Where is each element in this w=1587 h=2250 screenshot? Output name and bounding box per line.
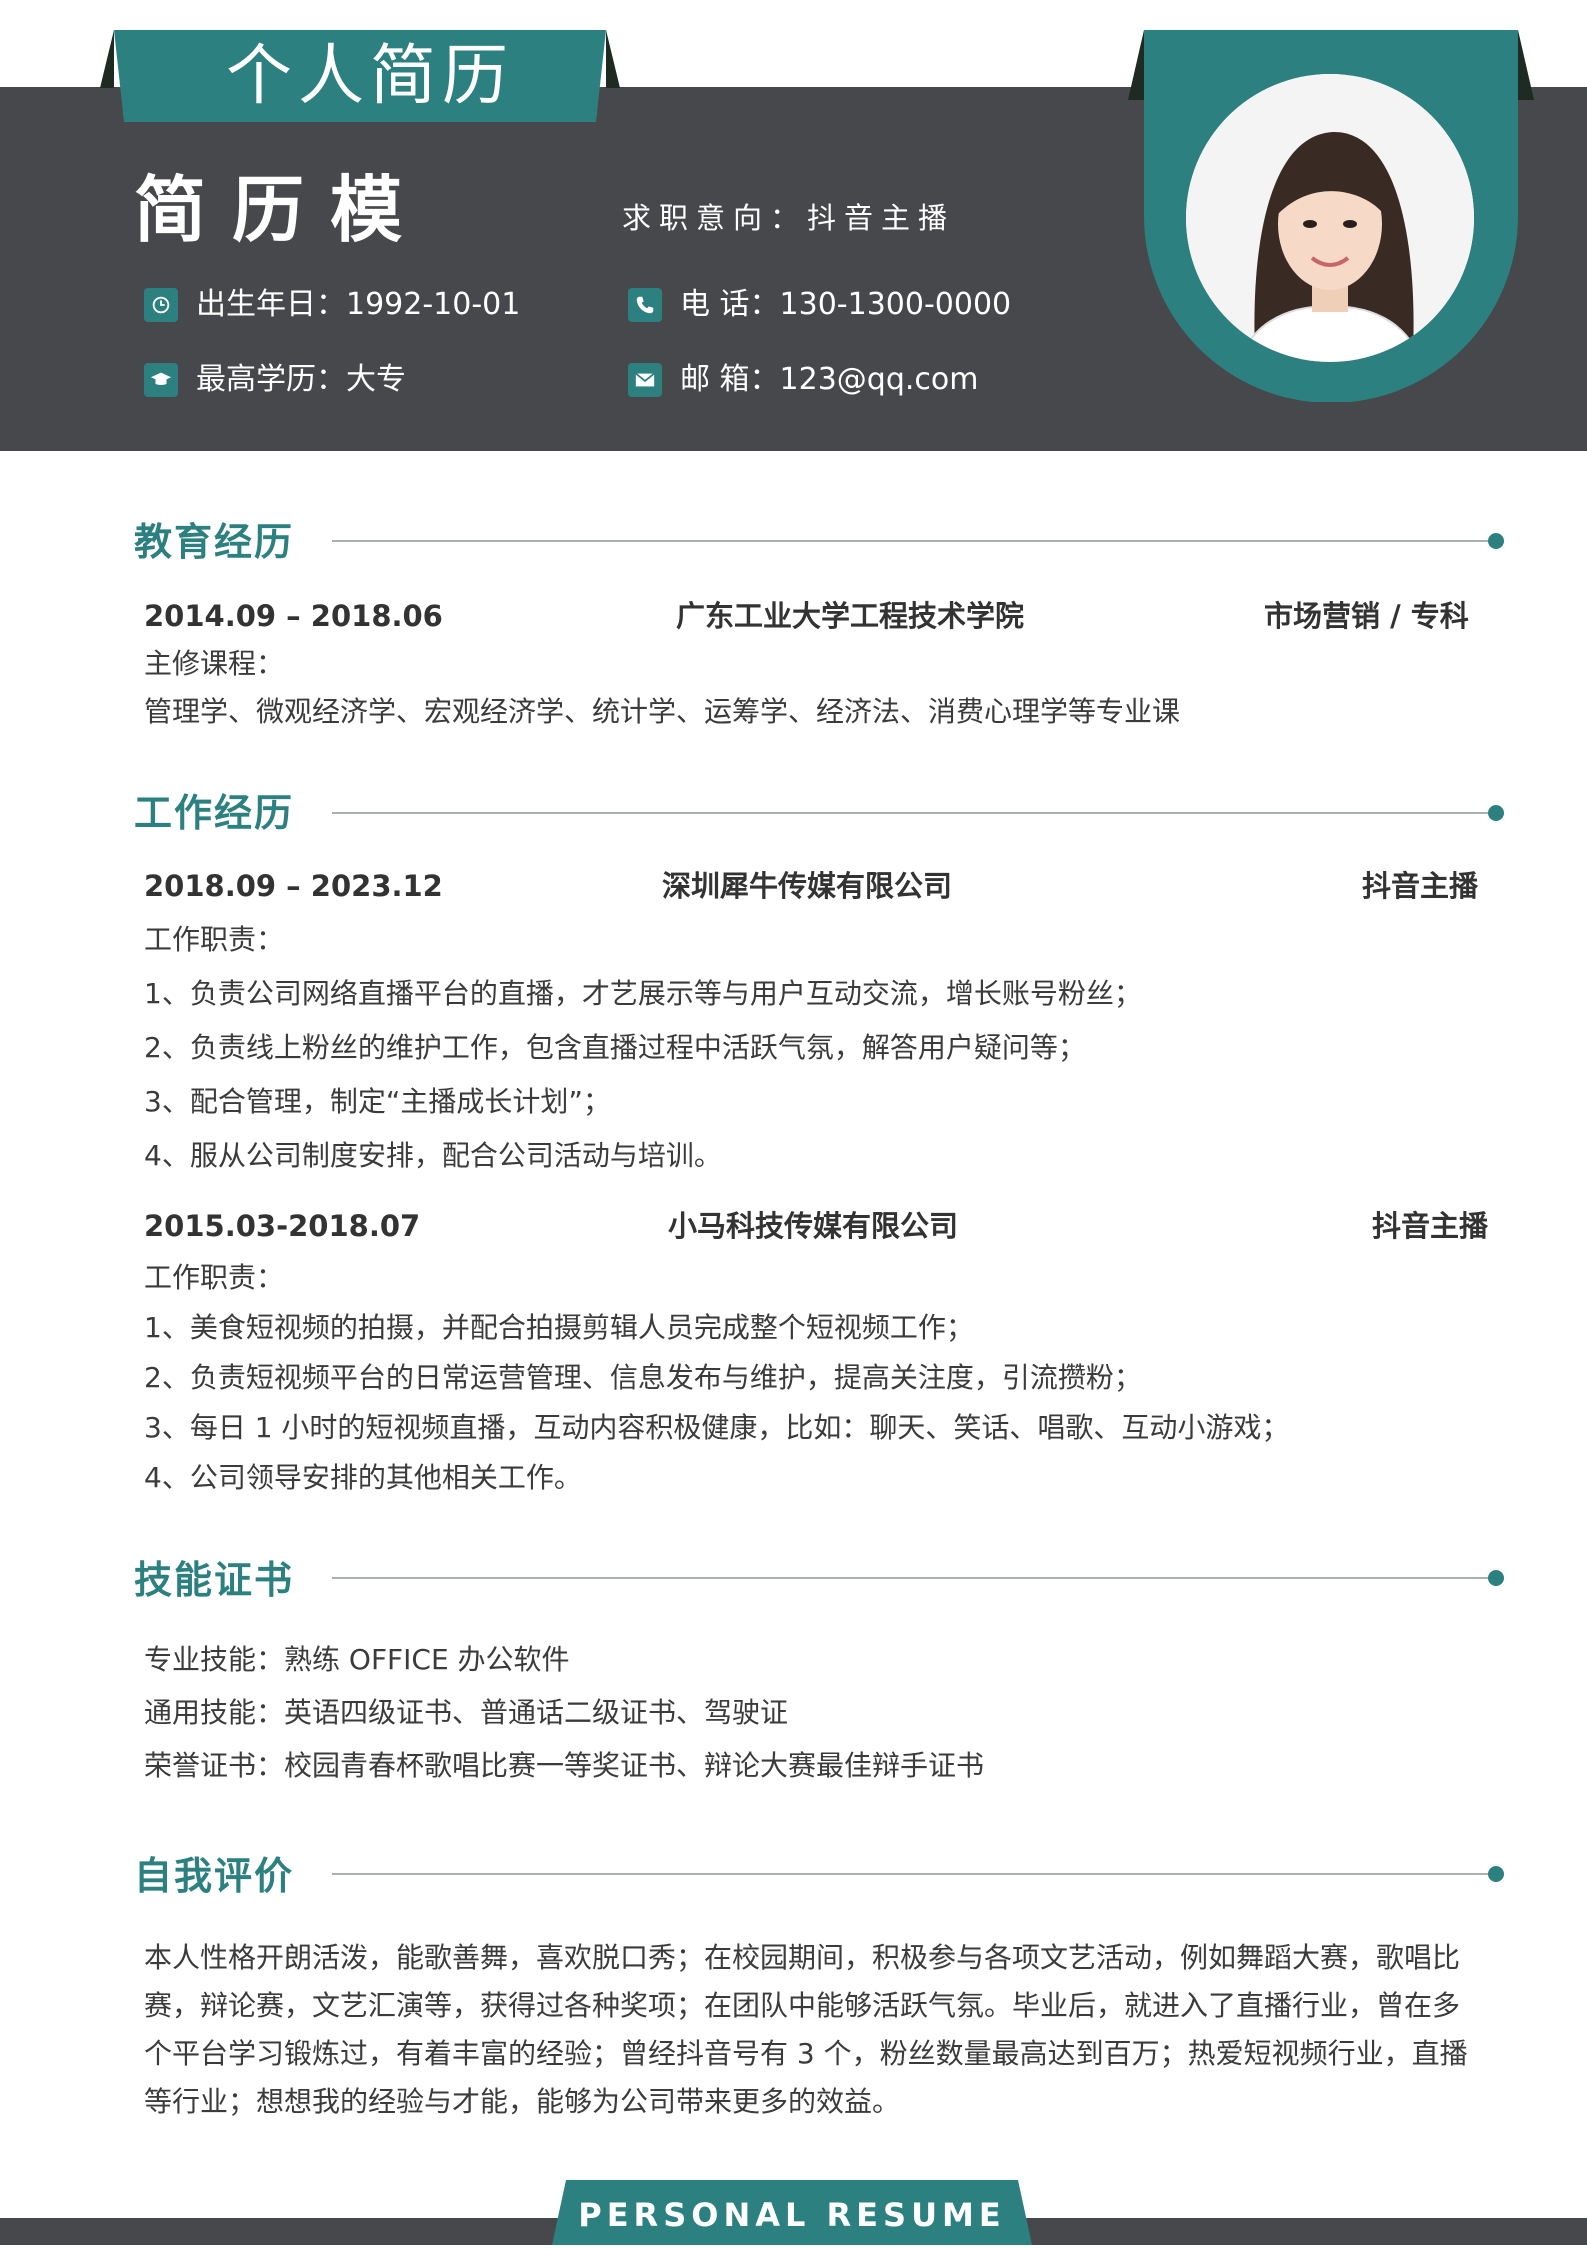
- job-2-duty: 2、负责短视频平台的日常运营管理、信息发布与维护，提高关注度，引流攒粉；: [144, 1361, 1142, 1394]
- self-evaluation-text: 本人性格开朗活泼，能歌善舞，喜欢脱口秀；在校园期间，积极参与各项文艺活动，例如舞…: [144, 1941, 1468, 2118]
- resume-title: 个人简历: [226, 37, 514, 114]
- job-1-period: 2018.09 – 2023.12: [144, 869, 443, 903]
- job-2-company: 小马科技传媒有限公司: [668, 1209, 959, 1243]
- birth-info: 出生年日：1992-10-01: [144, 285, 520, 325]
- job-1-duty: 1、负责公司网络直播平台的直播，才艺展示等与用户互动交流，增长账号粉丝；: [144, 977, 1142, 1010]
- phone-text: 电 话：130-1300-0000: [680, 287, 1012, 322]
- education-text: 最高学历：大专: [196, 362, 406, 397]
- job-1-duty: 4、服从公司制度安排，配合公司活动与培训。: [144, 1139, 722, 1172]
- section-title-self: 自我评价: [134, 1854, 295, 1898]
- section-dot: [1488, 1866, 1504, 1882]
- phone-info: 电 话：130-1300-0000: [628, 285, 1011, 325]
- job-2-position: 抖音主播: [1372, 1209, 1489, 1243]
- email-info: 邮 箱：123@qq.com: [628, 360, 979, 400]
- courses-label: 主修课程：: [144, 647, 285, 680]
- section-title-skills: 技能证书: [134, 1558, 295, 1602]
- job-1-company: 深圳犀牛传媒有限公司: [662, 869, 953, 903]
- footer-label: PERSONAL RESUME: [578, 2196, 1006, 2234]
- skill-item: 专业技能：熟练 OFFICE 办公软件: [144, 1643, 570, 1676]
- section-dot: [1488, 1570, 1504, 1586]
- section-title-work: 工作经历: [134, 791, 295, 835]
- section-dot: [1488, 533, 1504, 549]
- section-divider: [332, 812, 1492, 814]
- section-title-education: 教育经历: [134, 520, 295, 564]
- section-divider: [332, 540, 1492, 542]
- education-info: 最高学历：大专: [144, 360, 406, 400]
- skill-item: 荣誉证书：校园青春杯歌唱比赛一等奖证书、辩论大赛最佳辩手证书: [144, 1749, 985, 1782]
- skill-item: 通用技能：英语四级证书、普通话二级证书、驾驶证: [144, 1696, 789, 1729]
- job-1-position: 抖音主播: [1362, 869, 1479, 903]
- profile-photo: [1186, 74, 1474, 362]
- graduation-cap-icon: [144, 363, 178, 397]
- section-dot: [1488, 805, 1504, 821]
- job-2-period: 2015.03-2018.07: [144, 1209, 421, 1243]
- envelope-icon: [628, 363, 662, 397]
- job-1-duty: 2、负责线上粉丝的维护工作，包含直播过程中活跃气氛，解答用户疑问等；: [144, 1031, 1086, 1064]
- job-2-duty: 3、每日 1 小时的短视频直播，互动内容积极健康，比如：聊天、笑话、唱歌、互动小…: [144, 1411, 1290, 1444]
- candidate-name: 简历模: [134, 168, 429, 252]
- job-1-duty-label: 工作职责：: [144, 923, 285, 956]
- job-2-duty-label: 工作职责：: [144, 1261, 285, 1294]
- clock-icon: [144, 288, 178, 322]
- section-divider: [332, 1577, 1492, 1579]
- job-1-duty: 3、配合管理，制定“主播成长计划”；: [144, 1085, 611, 1118]
- courses-list: 管理学、微观经济学、宏观经济学、统计学、运筹学、经济法、消费心理学等专业课: [144, 695, 1181, 728]
- phone-icon: [628, 288, 662, 322]
- education-school: 广东工业大学工程技术学院: [676, 599, 1025, 633]
- education-major: 市场营销 / 专科: [1264, 599, 1469, 633]
- section-divider: [332, 1873, 1492, 1875]
- job-2-duty: 1、美食短视频的拍摄，并配合拍摄剪辑人员完成整个短视频工作；: [144, 1311, 974, 1344]
- job-objective: 求职意向：抖音主播: [622, 201, 956, 235]
- education-period: 2014.09 – 2018.06: [144, 599, 443, 633]
- job-2-duty: 4、公司领导安排的其他相关工作。: [144, 1461, 582, 1494]
- birth-text: 出生年日：1992-10-01: [196, 287, 521, 322]
- email-text: 邮 箱：123@qq.com: [680, 362, 979, 397]
